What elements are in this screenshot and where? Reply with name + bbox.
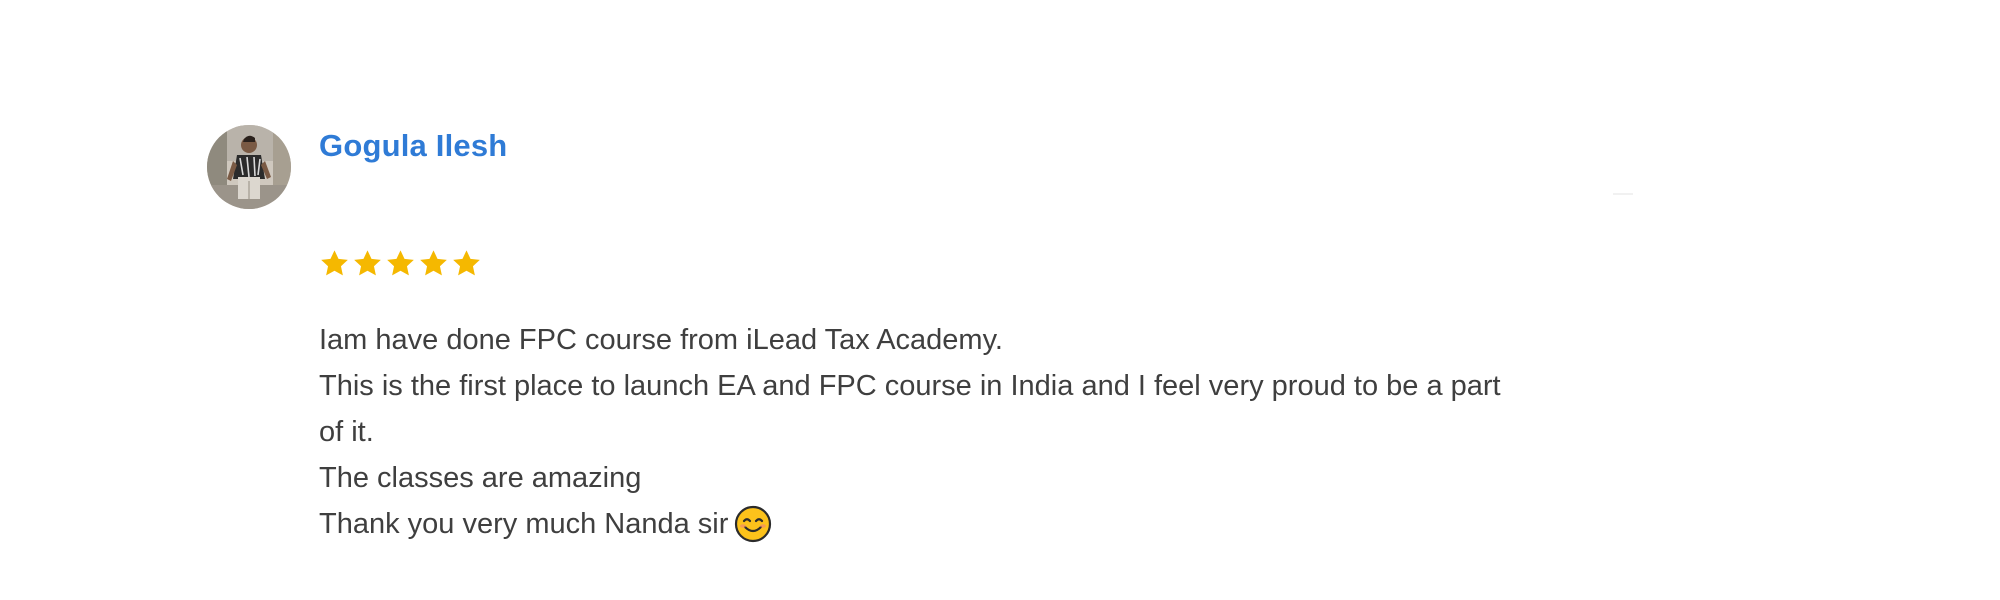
avatar-photo bbox=[207, 125, 291, 209]
star-icon bbox=[354, 250, 381, 276]
review-text: Iam have done FPC course from iLead Tax … bbox=[319, 317, 1689, 547]
review-line-text: Thank you very much Nanda sir bbox=[319, 508, 729, 540]
review-line: Iam have done FPC course from iLead Tax … bbox=[319, 324, 1003, 356]
star-icon bbox=[321, 250, 348, 276]
smiling-face-emoji-icon bbox=[735, 505, 772, 543]
star-rating bbox=[319, 248, 482, 282]
star-icon bbox=[453, 250, 480, 276]
review-line: This is the first place to launch EA and… bbox=[319, 370, 1501, 402]
star-icon bbox=[420, 250, 447, 276]
divider-mark bbox=[1613, 193, 1633, 195]
review-line: of it. bbox=[319, 416, 374, 448]
star-icon bbox=[387, 250, 414, 276]
review-line: The classes are amazing bbox=[319, 462, 642, 494]
review-card: Gogula Ilesh Iam have done FPC course fr… bbox=[0, 0, 2000, 600]
avatar[interactable] bbox=[207, 125, 291, 209]
review-line-last: Thank you very much Nanda sir bbox=[319, 501, 1689, 547]
reviewer-name[interactable]: Gogula Ilesh bbox=[319, 128, 507, 164]
